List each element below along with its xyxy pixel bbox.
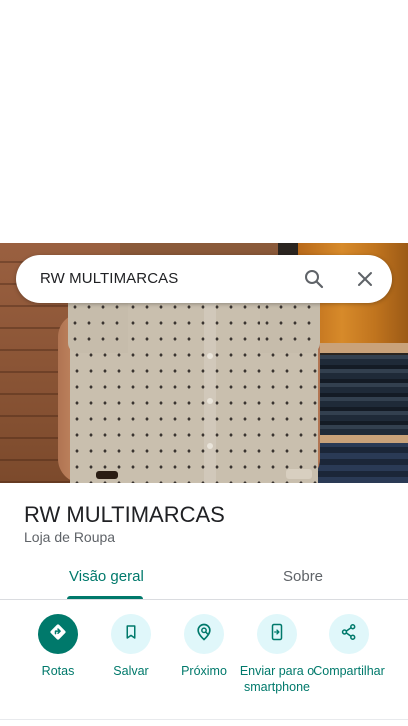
save-circle [111,614,151,654]
tab-about[interactable]: Sobre [283,568,323,585]
bookmark-icon [122,623,140,646]
nearby-circle [184,614,224,654]
map-blank-area [0,0,408,243]
search-query-text[interactable]: RW MULTIMARCAS [40,270,178,287]
send-to-phone-circle [257,614,297,654]
share-button[interactable]: Compartilhar [308,614,390,679]
directions-label: Rotas [41,664,75,678]
shirt-placket [204,303,216,483]
bracelet [96,471,118,479]
search-bar[interactable]: RW MULTIMARCAS [16,255,392,303]
divider [0,719,408,720]
share-circle [329,614,369,654]
tab-selected-indicator [67,596,143,599]
directions-button[interactable]: Rotas [17,614,99,679]
save-label: Salvar [113,664,149,678]
wristwatch [286,469,312,479]
nearby-label: Próximo [181,664,227,678]
search-icon[interactable] [302,267,326,291]
place-category[interactable]: Loja de Roupa [24,529,115,545]
directions-circle [38,614,78,654]
save-button[interactable]: Salvar [90,614,172,679]
nearby-button[interactable]: Próximo [163,614,245,679]
place-title: RW MULTIMARCAS [24,502,225,527]
send-to-phone-button[interactable]: Enviar para o smartphone [236,614,318,695]
close-icon[interactable] [353,267,377,291]
directions-icon [48,622,68,647]
tab-overview[interactable]: Visão geral [69,568,144,585]
shirt-button [207,398,213,404]
send-to-phone-label: Enviar para o smartphone [239,664,315,694]
tab-bar: Visão geral Sobre [0,556,408,600]
send-to-phone-icon [268,623,286,646]
shirt-button [207,353,213,359]
share-label: Compartilhar [313,664,385,678]
nearby-icon [194,622,214,647]
shirt-button [207,443,213,449]
share-icon [340,623,358,646]
